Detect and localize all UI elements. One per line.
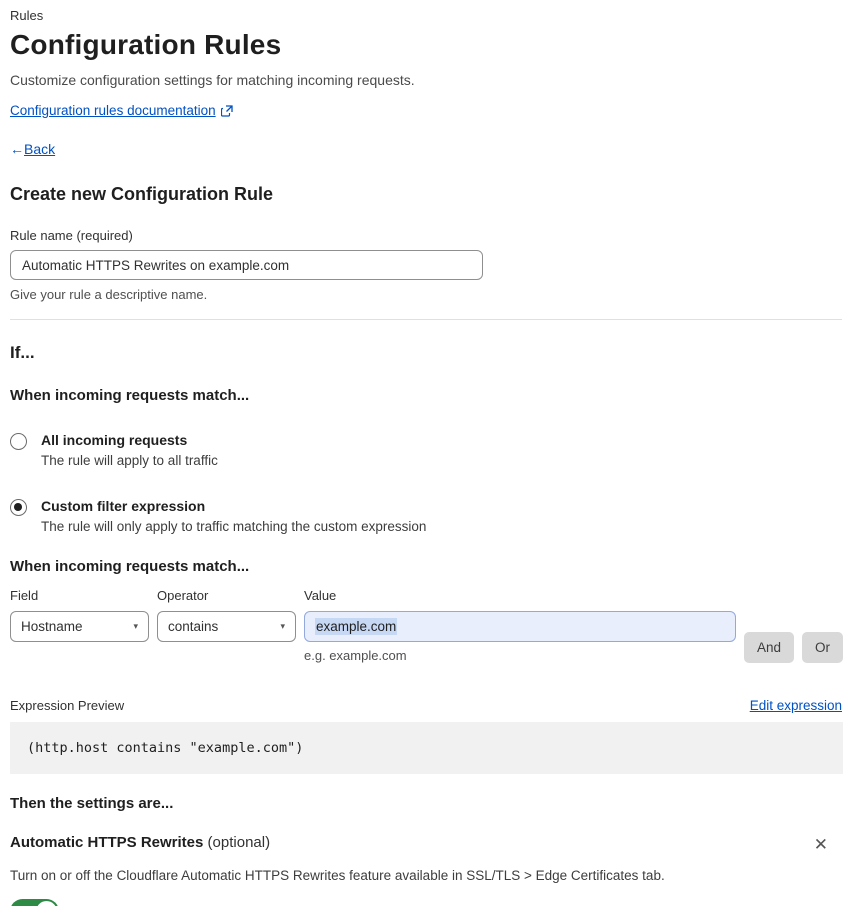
- value-input[interactable]: example.com: [304, 611, 736, 642]
- back-arrow-icon: ←: [10, 141, 24, 157]
- breadcrumb: Rules: [10, 8, 44, 23]
- setting-description: Turn on or off the Cloudflare Automatic …: [10, 868, 665, 883]
- then-settings-heading: Then the settings are...: [10, 795, 174, 812]
- value-helper: e.g. example.com: [304, 648, 407, 663]
- radio-label-custom-filter: Custom filter expression: [41, 498, 206, 514]
- expression-builder-row: Field Hostname ▾ Operator contains ▾ Val…: [10, 588, 844, 663]
- setting-card-automatic-https-rewrites: Automatic HTTPS Rewrites (optional) ✕ Tu…: [10, 834, 842, 906]
- radio-desc-all-requests: The rule will apply to all traffic: [41, 453, 218, 468]
- expression-code: (http.host contains "example.com"): [27, 740, 304, 756]
- radio-label-all-requests: All incoming requests: [41, 432, 188, 448]
- setting-title: Automatic HTTPS Rewrites: [10, 834, 204, 851]
- back-link-label: Back: [24, 141, 56, 157]
- page-title: Configuration Rules: [10, 29, 282, 60]
- back-link[interactable]: ←Back: [10, 141, 55, 157]
- field-select-value: Hostname: [21, 619, 83, 634]
- radio-option-custom-filter[interactable]: Custom filter expression The rule will o…: [10, 498, 842, 534]
- value-input-text: example.com: [315, 618, 398, 635]
- radio-button-all-requests[interactable]: [10, 433, 27, 450]
- match-type-heading: When incoming requests match...: [10, 387, 250, 404]
- radio-option-all-requests[interactable]: All incoming requests The rule will appl…: [10, 432, 842, 468]
- chevron-down-icon: ▾: [133, 621, 138, 631]
- chevron-down-icon: ▾: [280, 621, 285, 631]
- setting-card-title: Automatic HTTPS Rewrites (optional): [10, 834, 270, 851]
- field-select[interactable]: Hostname ▾: [10, 611, 149, 642]
- radio-desc-custom-filter: The rule will only apply to traffic matc…: [41, 519, 427, 534]
- if-heading: If...: [10, 343, 35, 362]
- rule-name-helper: Give your rule a descriptive name.: [10, 287, 208, 302]
- toggle-knob: [36, 901, 57, 906]
- operator-select[interactable]: contains ▾: [157, 611, 296, 642]
- documentation-link[interactable]: Configuration rules documentation: [10, 103, 216, 118]
- expression-preview-box: (http.host contains "example.com"): [10, 722, 843, 774]
- create-rule-heading: Create new Configuration Rule: [10, 184, 274, 204]
- automatic-https-rewrites-toggle[interactable]: ✓: [10, 899, 59, 906]
- configuration-rules-page: Rules Configuration Rules Customize conf…: [0, 0, 852, 906]
- external-link-icon: [220, 104, 233, 117]
- rule-name-input[interactable]: [10, 250, 483, 280]
- close-icon[interactable]: ✕: [808, 834, 834, 855]
- or-button[interactable]: Or: [802, 632, 844, 663]
- field-label: Field: [10, 588, 39, 603]
- operator-label: Operator: [157, 588, 209, 603]
- expression-builder-heading: When incoming requests match...: [10, 558, 250, 575]
- edit-expression-link[interactable]: Edit expression: [750, 698, 842, 713]
- operator-select-value: contains: [168, 619, 219, 634]
- radio-button-custom-filter[interactable]: [10, 499, 27, 516]
- setting-optional-tag: (optional): [207, 834, 271, 851]
- rule-name-label: Rule name (required): [10, 228, 133, 243]
- value-label: Value: [304, 588, 337, 603]
- page-subtitle: Customize configuration settings for mat…: [10, 72, 415, 88]
- and-button[interactable]: And: [744, 632, 795, 663]
- expression-preview-label: Expression Preview: [10, 698, 125, 713]
- section-divider: [10, 319, 842, 320]
